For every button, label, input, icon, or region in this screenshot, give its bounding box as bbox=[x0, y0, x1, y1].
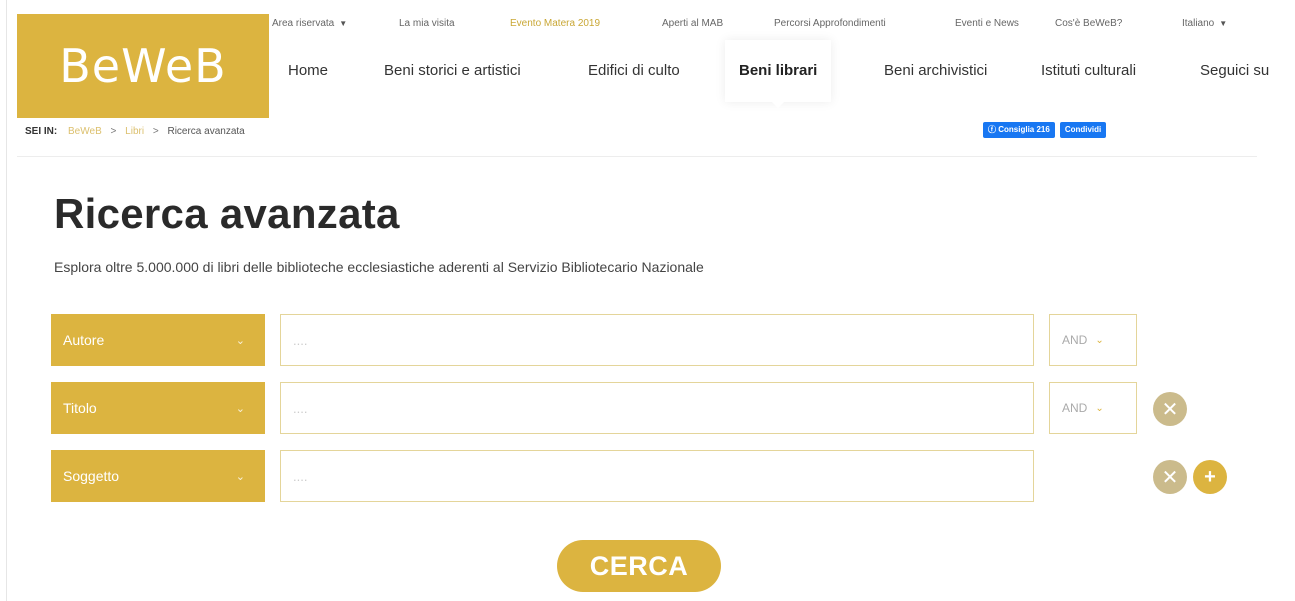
operator-select[interactable]: AND ⌄ bbox=[1049, 314, 1137, 366]
operator-select[interactable]: AND ⌄ bbox=[1049, 382, 1137, 434]
add-row-button[interactable]: + bbox=[1193, 460, 1227, 494]
chevron-down-icon: ⌄ bbox=[235, 334, 245, 347]
chevron-down-icon: ⌄ bbox=[1095, 334, 1104, 346]
main-nav: Home Beni storici e artistici Edifici di… bbox=[272, 40, 1295, 108]
nav-seguici-su[interactable]: Seguici su bbox=[1200, 40, 1269, 102]
field-select-autore[interactable]: Autore ⌄ bbox=[51, 314, 265, 366]
nav-beni-librari[interactable]: Beni librari bbox=[725, 40, 832, 108]
nav-beni-archivistici[interactable]: Beni archivistici bbox=[884, 40, 987, 102]
remove-row-button[interactable]: ✕ bbox=[1153, 392, 1187, 426]
nav-istituti-culturali[interactable]: Istituti culturali bbox=[1041, 40, 1136, 102]
plus-icon: + bbox=[1204, 465, 1216, 488]
caret-down-icon: ▼ bbox=[339, 18, 348, 28]
nav-edifici-di-culto[interactable]: Edifici di culto bbox=[588, 40, 680, 102]
language-selector[interactable]: Italiano ▼ bbox=[1182, 18, 1227, 29]
page-subtitle: Esplora oltre 5.000.000 di libri delle b… bbox=[54, 259, 704, 275]
breadcrumb-prefix: SEI IN: bbox=[25, 126, 58, 137]
logo-text: BeWeB bbox=[59, 39, 227, 93]
social-buttons: ⓕ Consiglia 216 Condividi bbox=[983, 122, 1107, 138]
remove-row-button[interactable]: ✕ bbox=[1153, 460, 1187, 494]
breadcrumb-separator: > bbox=[110, 126, 117, 137]
topnav-item-area-riservata[interactable]: Area riservata ▼ bbox=[272, 18, 347, 29]
close-icon: ✕ bbox=[1161, 466, 1179, 489]
search-row: Soggetto ⌄ .... ✕ + bbox=[51, 450, 1251, 502]
facebook-like-button[interactable]: ⓕ Consiglia 216 bbox=[983, 122, 1055, 138]
field-select-soggetto[interactable]: Soggetto ⌄ bbox=[51, 450, 265, 502]
topnav-item-evento-matera[interactable]: Evento Matera 2019 bbox=[510, 18, 600, 29]
caret-down-icon: ▼ bbox=[1219, 18, 1228, 28]
field-select-titolo[interactable]: Titolo ⌄ bbox=[51, 382, 265, 434]
topnav-item-eventi-news[interactable]: Eventi e News bbox=[955, 18, 1019, 29]
search-row: Titolo ⌄ .... AND ⌄ ✕ bbox=[51, 382, 1251, 434]
breadcrumb-separator: > bbox=[152, 126, 159, 137]
facebook-icon: ⓕ bbox=[988, 125, 999, 134]
topnav-item-la-mia-visita[interactable]: La mia visita bbox=[399, 18, 455, 29]
page-title: Ricerca avanzata bbox=[54, 190, 400, 237]
search-input-soggetto[interactable]: .... bbox=[280, 450, 1034, 502]
topnav-item-aperti-al-mab[interactable]: Aperti al MAB bbox=[662, 18, 723, 29]
nav-home[interactable]: Home bbox=[288, 40, 328, 102]
chevron-down-icon: ⌄ bbox=[235, 402, 245, 415]
breadcrumb-item-beweb[interactable]: BeWeB bbox=[68, 126, 102, 137]
topnav-item-cose-beweb[interactable]: Cos'è BeWeB? bbox=[1055, 18, 1122, 29]
search-input-autore[interactable]: .... bbox=[280, 314, 1034, 366]
divider bbox=[17, 156, 1257, 157]
chevron-down-icon: ⌄ bbox=[1095, 402, 1104, 414]
close-icon: ✕ bbox=[1161, 398, 1179, 421]
facebook-share-button[interactable]: Condividi bbox=[1059, 122, 1107, 138]
search-button[interactable]: CERCA bbox=[557, 540, 721, 592]
breadcrumb: SEI IN: BeWeB > Libri > Ricerca avanzata bbox=[25, 126, 245, 137]
breadcrumb-item-libri[interactable]: Libri bbox=[125, 126, 144, 137]
search-input-titolo[interactable]: .... bbox=[280, 382, 1034, 434]
chevron-down-icon: ⌄ bbox=[235, 470, 245, 483]
nav-beni-storici-artistici[interactable]: Beni storici e artistici bbox=[384, 40, 521, 102]
search-row: Autore ⌄ .... AND ⌄ bbox=[51, 314, 1251, 366]
beweb-logo[interactable]: BeWeB bbox=[17, 14, 269, 118]
topnav-item-percorsi[interactable]: Percorsi Approfondimenti bbox=[774, 18, 886, 29]
breadcrumb-item-current: Ricerca avanzata bbox=[167, 126, 245, 137]
